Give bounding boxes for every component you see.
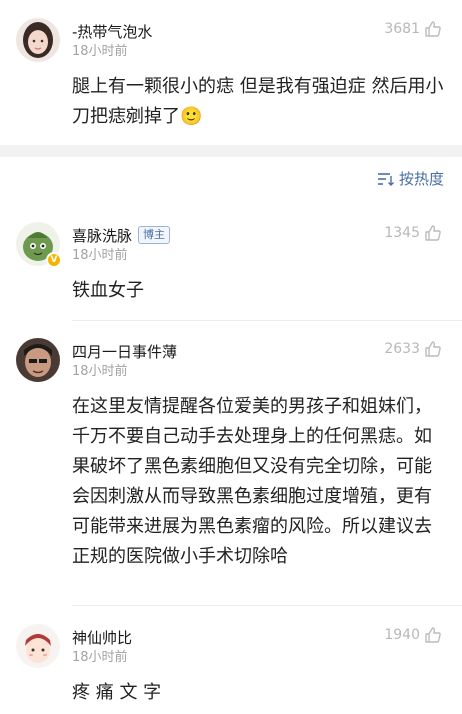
comment-item: V 喜脉洗脉 博主 18小时前 1345 铁血女子 [0,222,462,312]
comment-text: 铁血女子 [72,280,144,301]
username[interactable]: 四月一日事件薄 [72,341,177,362]
like-button[interactable]: 3681 [384,20,442,38]
comments-page: -热带气泡水 18小时前 3681 腿上有一颗很小的痣 但是我有强迫症 然后用小… [0,0,462,714]
section-divider [0,145,462,157]
timestamp: 18小时前 [72,650,128,665]
thumbs-up-icon [425,627,441,643]
like-count: 1940 [384,627,420,643]
name-row: 四月一日事件薄 [72,338,177,364]
username[interactable]: 神仙帅比 [72,627,132,648]
timestamp: 18小时前 [72,364,128,379]
avatar[interactable] [16,18,60,62]
username[interactable]: 喜脉洗脉 [72,225,132,246]
username[interactable]: -热带气泡水 [72,21,152,42]
like-count: 1345 [384,225,420,241]
verified-icon: V [46,252,62,268]
avatar[interactable] [16,624,60,668]
sort-icon [377,172,394,186]
avatar[interactable] [16,338,60,382]
name-row: -热带气泡水 [72,18,152,44]
like-button[interactable]: 1345 [384,224,442,242]
sort-toggle[interactable]: 按热度 [377,168,444,189]
timestamp: 18小时前 [72,248,128,263]
like-count: 2633 [384,341,420,357]
timestamp: 18小时前 [72,44,128,59]
divider [72,320,462,321]
comment-text: 疼 痛 文 字 [72,682,162,703]
comment-item: 神仙帅比 18小时前 1940 疼 痛 文 字 [0,624,462,714]
name-row: 神仙帅比 [72,624,132,650]
like-count: 3681 [384,21,420,37]
name-row: 喜脉洗脉 博主 [72,222,171,248]
thumbs-up-icon [425,225,441,241]
avatar[interactable]: V [16,222,62,268]
comment-text: 腿上有一颗很小的痣 但是我有强迫症 然后用小刀把痣剜掉了🙂 [72,76,444,127]
thumbs-up-icon [425,21,441,37]
author-badge: 博主 [138,226,171,244]
comment-text: 在这里友情提醒各位爱美的男孩子和姐妹们，千万不要自己动手去处理身上的任何黑痣。如… [72,396,432,567]
comment-item: 四月一日事件薄 18小时前 2633 在这里友情提醒各位爱美的男孩子和姐妹们，千… [0,338,462,603]
divider [72,605,462,606]
thumbs-up-icon [425,341,441,357]
sort-label: 按热度 [398,170,444,188]
top-comment: -热带气泡水 18小时前 3681 腿上有一颗很小的痣 但是我有强迫症 然后用小… [0,0,462,145]
like-button[interactable]: 1940 [384,626,442,644]
like-button[interactable]: 2633 [384,340,442,358]
